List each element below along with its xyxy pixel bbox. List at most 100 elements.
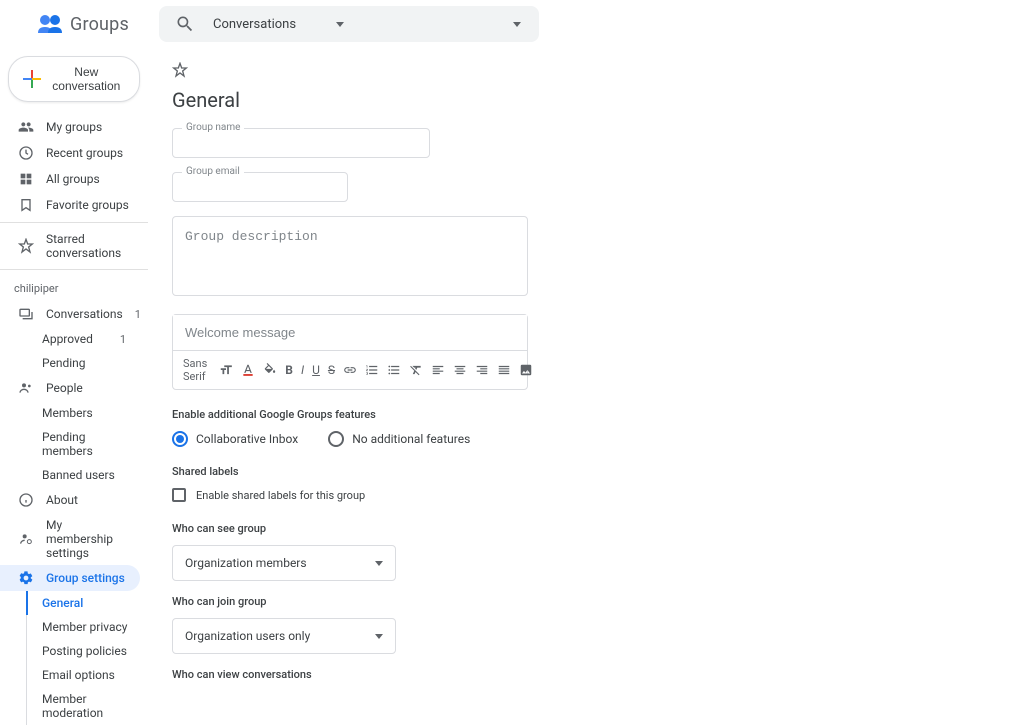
align-left-icon[interactable] (431, 361, 445, 379)
radio-label: Collaborative Inbox (196, 432, 298, 446)
search-scope-label: Conversations (213, 17, 296, 32)
shared-labels-checkbox[interactable] (172, 488, 186, 502)
new-conversation-label: New conversation (48, 65, 125, 93)
sidebar-item-label: Members (42, 406, 93, 420)
sidebar-item-about[interactable]: About (0, 487, 140, 513)
person-gear-icon (18, 531, 34, 547)
group-description-input[interactable] (172, 216, 528, 296)
bold-icon[interactable]: B (285, 361, 293, 379)
count-badge: 1 (120, 333, 126, 346)
who-join-select[interactable]: Organization users only (172, 618, 396, 654)
sidebar-item-membership-settings[interactable]: My membership settings (0, 513, 140, 565)
count-badge: 1 (135, 308, 141, 321)
radio-no-features[interactable]: No additional features (328, 431, 470, 447)
menu-icon[interactable] (8, 12, 32, 36)
sidebar-item-label: Favorite groups (46, 198, 129, 212)
sidebar-item-pending[interactable]: Pending (0, 351, 140, 375)
sidebar-item-pending-members[interactable]: Pending members (0, 425, 140, 463)
sidebar-item-conversations[interactable]: Conversations 1 (0, 301, 140, 327)
sidebar-item-label: My membership settings (46, 518, 132, 560)
fill-color-icon[interactable] (263, 361, 277, 379)
italic-icon[interactable]: I (301, 361, 304, 379)
new-conversation-button[interactable]: New conversation (8, 56, 140, 102)
welcome-message-input[interactable] (173, 315, 527, 350)
radio-label: No additional features (352, 432, 470, 446)
sidebar-item-label: About (46, 493, 78, 507)
sidebar-item-member-privacy[interactable]: Member privacy (0, 615, 140, 639)
search-icon[interactable] (175, 14, 195, 34)
underline-icon[interactable]: U (312, 361, 320, 379)
group-email-label: Group email (182, 166, 244, 177)
chevron-down-icon (336, 22, 344, 27)
align-right-icon[interactable] (475, 361, 489, 379)
plus-icon (23, 70, 38, 88)
select-value: Organization members (185, 556, 307, 570)
search-options-icon[interactable] (513, 22, 521, 27)
welcome-message-editor: Sans Serif B I U S (172, 314, 528, 390)
who-see-select[interactable]: Organization members (172, 545, 396, 581)
text-color-icon[interactable] (241, 361, 255, 379)
sidebar-item-my-groups[interactable]: My groups (0, 114, 140, 140)
sidebar-item-label: Conversations (46, 307, 123, 321)
clear-format-icon[interactable] (409, 361, 423, 379)
sidebar-item-banned-users[interactable]: Banned users (0, 463, 140, 487)
sidebar-item-people[interactable]: People (0, 375, 140, 401)
who-view-heading: Who can view conversations (172, 668, 824, 681)
who-join-heading: Who can join group (172, 595, 824, 608)
strikethrough-icon[interactable]: S (328, 361, 335, 379)
app-name: Groups (70, 14, 129, 35)
link-icon[interactable] (343, 361, 357, 379)
divider (0, 222, 148, 223)
sidebar-item-label: Pending members (42, 430, 132, 458)
search-scope-selector[interactable]: Conversations (203, 17, 354, 32)
sidebar-item-starred[interactable]: Starred conversations (0, 227, 140, 265)
sidebar-item-posting-policies[interactable]: Posting policies (0, 639, 140, 663)
bulleted-list-icon[interactable] (387, 361, 401, 379)
grid-icon (18, 171, 34, 187)
sidebar-item-label: Group settings (46, 571, 125, 585)
sidebar-item-member-moderation[interactable]: Member moderation (0, 687, 140, 725)
clock-icon (18, 145, 34, 161)
image-icon[interactable] (519, 361, 533, 379)
sidebar-item-group-settings[interactable]: Group settings (0, 565, 140, 591)
gear-icon (18, 570, 34, 586)
sidebar-item-favorite-groups[interactable]: Favorite groups (0, 192, 140, 218)
numbered-list-icon[interactable] (365, 361, 379, 379)
checkbox-label: Enable shared labels for this group (196, 489, 365, 502)
sidebar-item-label: Recent groups (46, 146, 123, 160)
divider (0, 269, 148, 270)
sidebar-item-general[interactable]: General (0, 591, 140, 615)
sidebar-item-all-groups[interactable]: All groups (0, 166, 140, 192)
main-content: General Group name Group email Sans Seri… (148, 48, 848, 725)
star-icon[interactable] (172, 62, 824, 78)
align-justify-icon[interactable] (497, 361, 511, 379)
sidebar-item-label: Member moderation (42, 692, 132, 720)
sidebar-item-label: Posting policies (42, 644, 127, 658)
sidebar-item-approved[interactable]: Approved 1 (0, 327, 140, 351)
sidebar: New conversation My groups Recent groups… (0, 48, 148, 725)
align-center-icon[interactable] (453, 361, 467, 379)
search-bar[interactable]: Conversations (159, 6, 539, 42)
info-icon (18, 492, 34, 508)
page-title: General (172, 88, 824, 112)
sidebar-item-email-options[interactable]: Email options (0, 663, 140, 687)
font-selector[interactable]: Sans Serif (183, 357, 207, 383)
features-heading: Enable additional Google Groups features (172, 408, 824, 421)
sidebar-item-label: Starred conversations (46, 232, 132, 260)
people-icon (18, 380, 34, 396)
app-logo[interactable]: Groups (36, 13, 129, 35)
groups-logo-icon (36, 13, 64, 35)
sidebar-item-label: Member privacy (42, 620, 127, 634)
chevron-down-icon (375, 561, 383, 566)
sidebar-item-members[interactable]: Members (0, 401, 140, 425)
editor-toolbar: Sans Serif B I U S (173, 350, 527, 389)
radio-icon (172, 431, 188, 447)
text-size-icon[interactable] (219, 361, 233, 379)
sidebar-item-recent-groups[interactable]: Recent groups (0, 140, 140, 166)
sidebar-item-label: General (42, 596, 83, 610)
sidebar-item-label: Banned users (42, 468, 115, 482)
radio-collaborative-inbox[interactable]: Collaborative Inbox (172, 431, 298, 447)
sidebar-item-label: My groups (46, 120, 102, 134)
conversations-icon (18, 306, 34, 322)
sidebar-item-label: All groups (46, 172, 100, 186)
